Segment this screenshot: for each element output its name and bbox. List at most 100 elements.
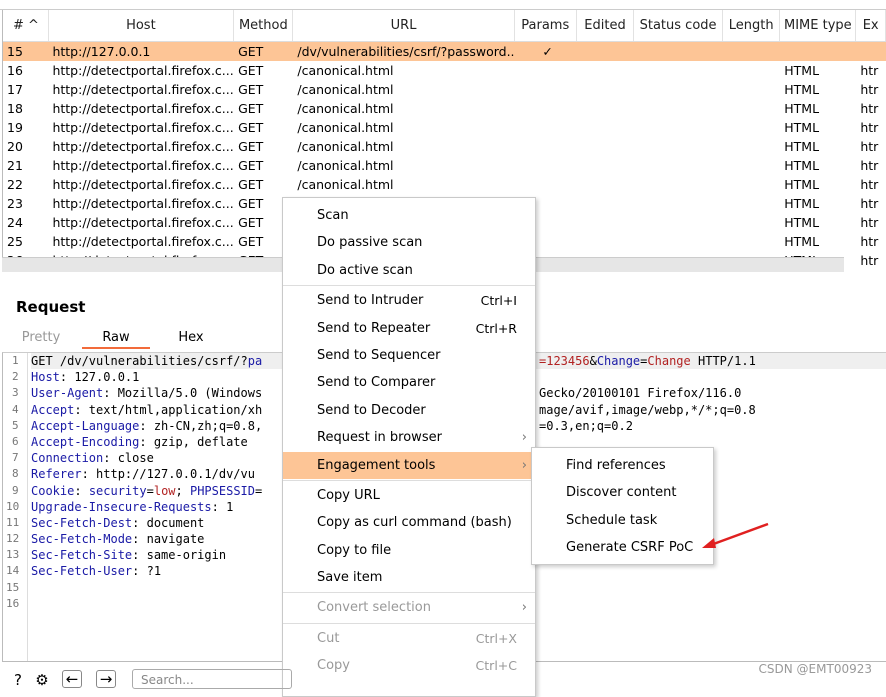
table-row[interactable]: 15 http://127.0.0.1 GET/dv/vulnerabilities… [3, 42, 886, 61]
menu-item-convert-selection[interactable]: Convert selection › [283, 594, 535, 621]
menu-item-label: Send to Intruder [317, 293, 424, 309]
table-row[interactable]: 20 http://detectportal.firefox.c... GET/ca… [3, 137, 886, 156]
menu-item-send-to-intruder[interactable]: Send to Intruder Ctrl+I [283, 287, 535, 314]
column-header-4[interactable]: Params [515, 10, 577, 41]
red-arrow-annotation [702, 522, 769, 548]
line-numbers: 1 2 3 4 5 6 7 8 9 10 11 12 13 14 15 16 [3, 353, 28, 661]
table-cell: /canonical.html [297, 101, 394, 116]
submenu-item-discover-content[interactable]: Discover content [532, 479, 713, 506]
table-cell: http://detectportal.firefox.c... [52, 177, 234, 192]
table-cell: htr [860, 177, 879, 192]
table-cell: /canonical.html [297, 158, 394, 173]
table-cell: htr [860, 120, 879, 135]
line-right: mage/avif,image/webp,*/*;q=0.8 [539, 402, 756, 417]
token: HTTP/1.1 [690, 354, 756, 368]
line-number: 8 [12, 467, 19, 481]
menu-item-copy-url[interactable]: Copy URL [283, 482, 535, 509]
column-header-7[interactable]: Length [723, 10, 781, 41]
menu-item-label: Engagement tools [317, 457, 436, 473]
submenu-item-generate-csrf-poc[interactable]: Generate CSRF PoC [532, 534, 713, 561]
gear-icon[interactable]: ⚙ [32, 672, 52, 690]
line-left: Sec-Fetch-Dest: document [31, 516, 204, 530]
table-cell: htr [860, 215, 879, 230]
column-header-8[interactable]: MIME type [780, 10, 857, 41]
menu-item-copy-as-curl-command-bash-[interactable]: Copy as curl command (bash) [283, 509, 535, 536]
table-cell: GET [238, 177, 264, 192]
menu-item-do-active-scan[interactable]: Do active scan [283, 257, 535, 284]
table-row[interactable]: 21 http://detectportal.firefox.c... GET/ca… [3, 156, 886, 175]
header-name: Accept-Language [31, 418, 140, 433]
tab-pretty[interactable]: Pretty [7, 328, 75, 349]
table-cell: HTML [784, 158, 820, 173]
header-name: Upgrade-Insecure-Requests [31, 499, 212, 514]
table-cell: http://detectportal.firefox.c... [52, 101, 234, 116]
table-cell [577, 232, 634, 251]
table-cell [634, 232, 723, 251]
header-name: Host [31, 370, 60, 385]
token: Change [647, 354, 691, 368]
table-cell [723, 175, 780, 194]
column-header-3[interactable]: URL [293, 10, 515, 41]
menu-item-request-in-browser[interactable]: Request in browser › [283, 424, 535, 451]
line-left: Cookie: security=low; PHPSESSID= [31, 484, 262, 498]
table-cell: 23 [7, 196, 23, 211]
table-header: # ^ Host Method URL Params Edited Status code L… [3, 10, 886, 42]
menu-item-label: Cut [317, 630, 340, 646]
table-cell [577, 213, 634, 232]
menu-item-send-to-comparer[interactable]: Send to Comparer [283, 369, 535, 396]
table-row[interactable]: 16 http://detectportal.firefox.c... GET/ca… [3, 61, 886, 80]
table-cell: GET [238, 63, 264, 78]
help-icon[interactable]: ? [8, 672, 28, 690]
submenu-item-find-references[interactable]: Find references [532, 452, 713, 479]
param-name: pa [247, 354, 263, 368]
menu-item-copy-to-file[interactable]: Copy to file [283, 537, 535, 564]
header-name: Sec-Fetch-Dest [31, 515, 133, 530]
tab-raw[interactable]: Raw [82, 328, 150, 349]
line-left: Referer: http://127.0.0.1/dv/vu [31, 467, 255, 481]
back-button[interactable]: ← [62, 670, 82, 688]
menu-item-send-to-sequencer[interactable]: Send to Sequencer [283, 342, 535, 369]
header-value: GET /dv/vulnerabilities/csrf/? [31, 354, 248, 368]
menu-item-shortcut: Ctrl+X [475, 630, 517, 646]
column-header-5[interactable]: Edited [577, 10, 635, 41]
menu-item-send-to-decoder[interactable]: Send to Decoder [283, 397, 535, 424]
table-cell [577, 42, 634, 61]
forward-button[interactable]: → [96, 670, 116, 688]
table-cell: http://detectportal.firefox.c... [52, 139, 234, 154]
column-header-2[interactable]: Method [234, 10, 294, 41]
table-cell [577, 80, 634, 99]
header-value: : gzip, deflate [139, 434, 248, 449]
request-title: Request [16, 298, 86, 316]
submenu-item-schedule-task[interactable]: Schedule task [532, 507, 713, 534]
tab-hex[interactable]: Hex [157, 328, 225, 349]
token: = [146, 483, 154, 498]
table-row[interactable]: 22 http://detectportal.firefox.c... GET/ca… [3, 175, 886, 194]
column-header-6[interactable]: Status code [634, 10, 724, 41]
menu-item-do-passive-scan[interactable]: Do passive scan [283, 229, 535, 256]
line-number: 5 [12, 418, 19, 432]
menu-item-copy[interactable]: Copy Ctrl+C [283, 652, 535, 679]
column-header-0[interactable]: # ^ [3, 10, 49, 41]
search-input[interactable]: Search... [132, 669, 292, 689]
line-left: Sec-Fetch-Site: same-origin [31, 548, 226, 562]
menu-item-label: Scan [317, 208, 349, 223]
table-row[interactable]: 19 http://detectportal.firefox.c... GET/ca… [3, 118, 886, 137]
menu-item-label: Copy as curl command (bash) [317, 515, 512, 531]
table-cell [634, 80, 723, 99]
column-header-1[interactable]: Host [49, 10, 235, 41]
line-right: =0.3,en;q=0.2 [539, 418, 633, 433]
menu-item-engagement-tools[interactable]: Engagement tools › [283, 451, 535, 479]
header-value: : 1 [211, 499, 234, 514]
menu-item-scan[interactable]: Scan [283, 202, 535, 229]
menu-item-save-item[interactable]: Save item [283, 564, 535, 591]
column-header-9[interactable]: Ex [856, 10, 886, 41]
table-row[interactable]: 18 http://detectportal.firefox.c... GET/ca… [3, 99, 886, 118]
table-cell: /canonical.html [297, 63, 394, 78]
line-right: Gecko/20100101 Firefox/116.0 [539, 386, 742, 401]
menu-item-cut[interactable]: Cut Ctrl+X [283, 625, 535, 652]
line-number: 13 [6, 548, 20, 562]
table-row[interactable]: 17 http://detectportal.firefox.c... GET/ca… [3, 80, 886, 99]
table-cell: 16 [7, 63, 23, 78]
header-value: : close [103, 451, 154, 466]
menu-item-send-to-repeater[interactable]: Send to Repeater Ctrl+R [283, 315, 535, 342]
